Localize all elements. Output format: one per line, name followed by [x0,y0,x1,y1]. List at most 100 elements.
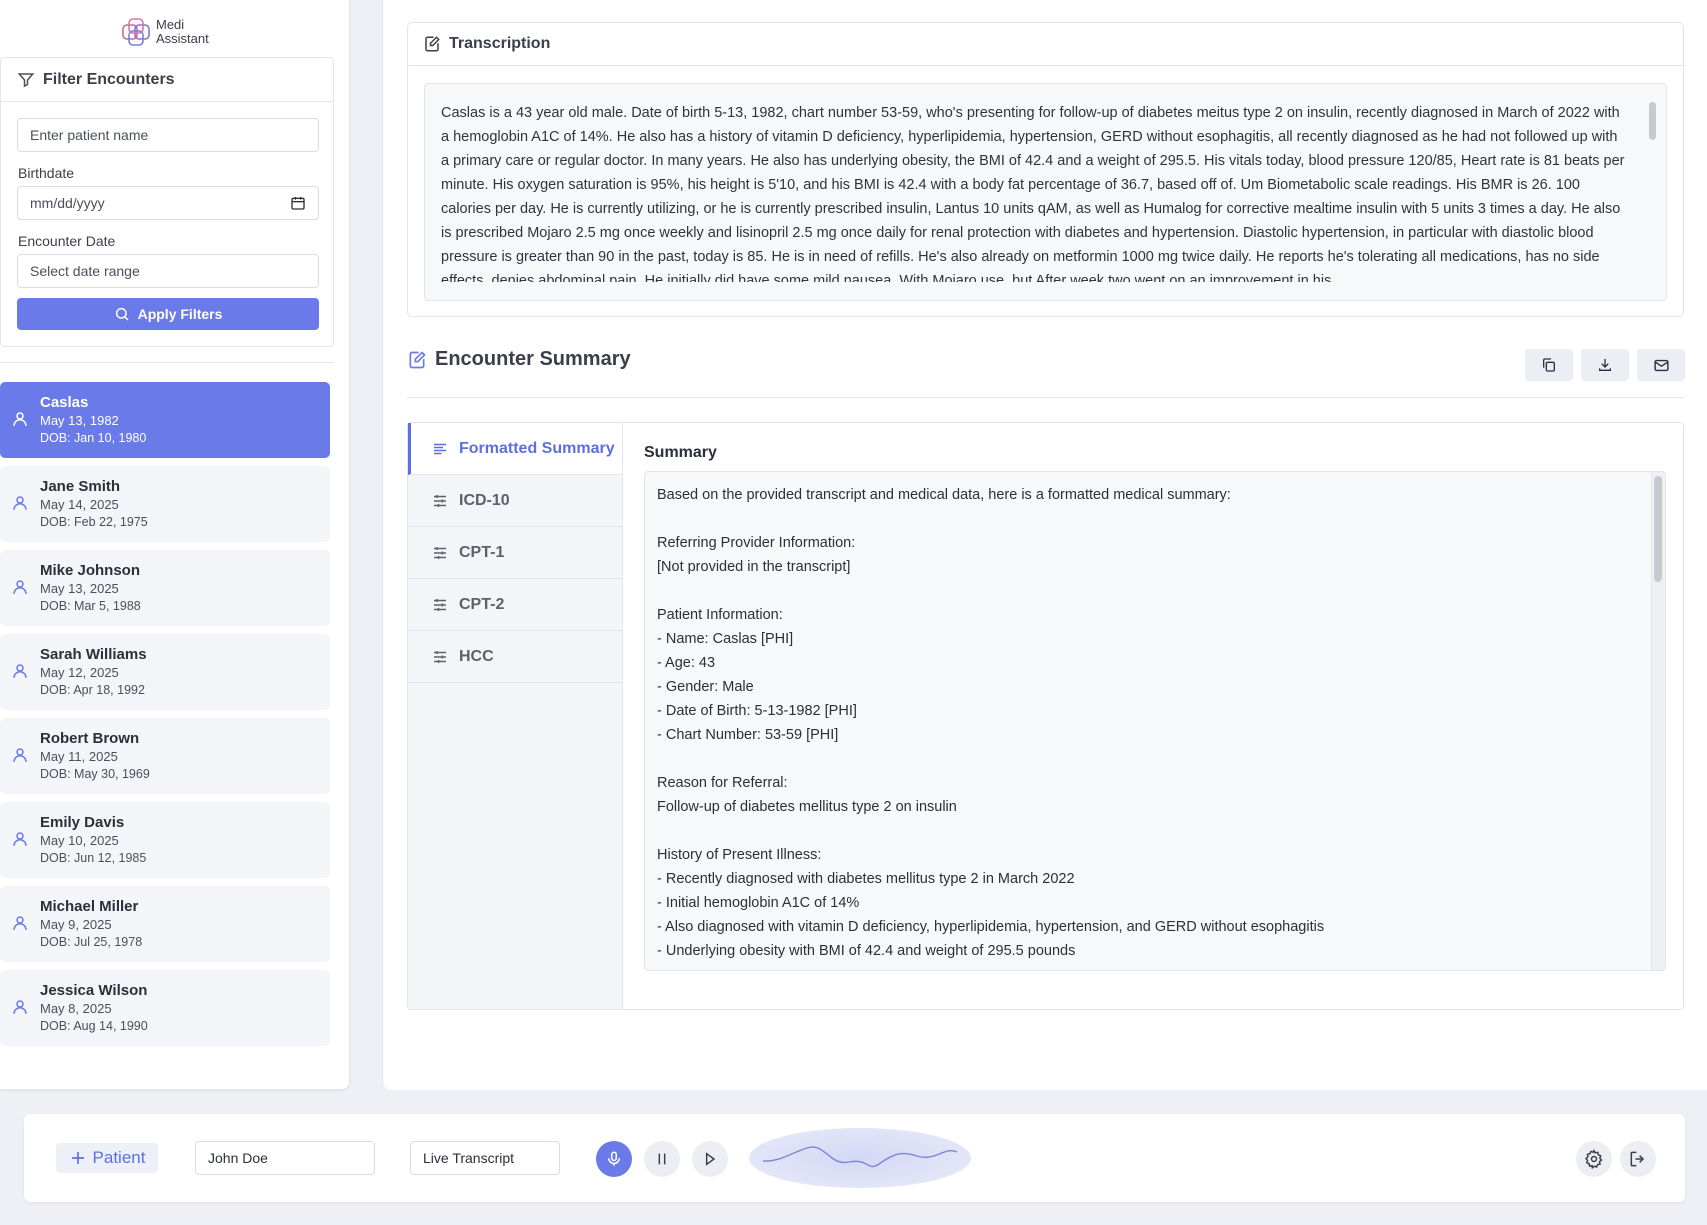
tab-hcc[interactable]: HCC [408,631,622,683]
plus-icon [71,1152,84,1164]
birthdate-placeholder: mm/dd/yyyy [30,195,105,211]
copy-button[interactable] [1525,349,1573,381]
summary-line: Follow-up of diabetes mellitus type 2 on… [657,799,957,815]
main-panel: Transcription Caslas is a 43 year old ma… [382,0,1707,1090]
summary-line: - Date of Birth: 5-13-1982 [PHI] [657,703,857,719]
patient-dob: DOB: Mar 5, 1988 [40,599,141,613]
download-button[interactable] [1581,349,1629,381]
patient-list-item[interactable]: Caslas May 13, 1982 DOB: Jan 10, 1980 [0,382,330,458]
encounter-date: May 14, 2025 [40,497,119,512]
summary-line: Based on the provided transcript and med… [657,487,1231,503]
logo-text-line1: Medi [156,17,185,32]
patient-list: Caslas May 13, 1982 DOB: Jan 10, 1980 Ja… [0,382,330,1054]
patient-name-field[interactable]: John Doe [195,1141,375,1175]
summary-line: - Underlying obesity with BMI of 42.4 an… [657,943,1076,959]
patient-name-input[interactable]: Enter patient name [17,118,319,152]
person-icon [13,664,27,678]
patient-name-value: John Doe [208,1150,268,1166]
sliders-icon [434,494,446,507]
patient-list-item[interactable]: Jane Smith May 14, 2025 DOB: Feb 22, 197… [0,466,330,542]
patient-dob: DOB: Apr 18, 1992 [40,683,145,697]
person-icon-wrap [11,830,29,853]
summary-line: Reason for Referral: [657,775,788,791]
encounter-date-label: Encounter Date [18,233,116,249]
apply-filters-button[interactable]: Apply Filters [17,298,319,330]
encounter-date: May 11, 2025 [40,749,118,764]
copy-icon [1543,358,1555,372]
transcription-text: Caslas is a 43 year old male. Date of bi… [441,105,1625,282]
sliders-icon [434,546,446,559]
birthdate-input[interactable]: mm/dd/yyyy [17,186,319,220]
sliders-icon [434,650,446,663]
person-icon [13,748,27,762]
encounter-date: May 10, 2025 [40,833,119,848]
encounter-date-placeholder: Select date range [30,263,140,279]
encounter-summary-title: Encounter Summary [435,348,631,370]
summary-scrollbar[interactable] [1651,472,1665,970]
encounter-date-input[interactable]: Select date range [17,254,319,288]
encounter-summary-header: Encounter Summary [407,348,631,371]
encounter-date: May 13, 2025 [40,581,119,596]
summary-line: - Gender: Male [657,679,754,695]
summary-line: Patient Information: [657,607,783,623]
patient-name: Robert Brown [40,730,140,747]
edit-document-icon [409,350,426,368]
transcription-title: Transcription [449,35,551,52]
person-icon [13,1000,27,1014]
summary-line: - Chart Number: 53-59 [PHI] [657,727,839,743]
transcription-textarea[interactable]: Caslas is a 43 year old male. Date of bi… [424,83,1667,301]
summary-tabs: Formatted Summary ICD-10 CPT-1 CPT-2 HCC [408,423,623,1009]
logo-icon [122,18,150,46]
person-icon [13,580,27,594]
patient-name: Sarah Williams [40,646,147,663]
transcription-panel: Transcription Caslas is a 43 year old ma… [407,22,1684,317]
sidebar: Medi Assistant Filter Encounters Enter p… [0,0,350,1090]
sliders-icon [434,598,446,611]
tab-label: CPT-2 [459,595,505,613]
pause-button[interactable] [644,1141,680,1177]
patient-list-item[interactable]: Emily Davis May 10, 2025 DOB: Jun 12, 19… [0,802,330,878]
summary-scroll-thumb[interactable] [1654,476,1662,582]
filter-title: Filter Encounters [43,70,175,88]
logout-button[interactable] [1620,1141,1656,1177]
tab-cpt-2[interactable]: CPT-2 [408,579,622,631]
person-icon [13,496,27,510]
tab-label: ICD-10 [459,491,510,509]
summary-text: Based on the provided transcript and med… [645,472,1665,963]
patient-list-item[interactable]: Sarah Williams May 12, 2025 DOB: Apr 18,… [0,634,330,710]
settings-button[interactable] [1576,1141,1612,1177]
tab-icd-10[interactable]: ICD-10 [408,475,622,527]
person-icon-wrap [11,662,29,685]
patient-list-item[interactable]: Michael Miller May 9, 2025 DOB: Jul 25, … [0,886,330,962]
person-icon-wrap [11,746,29,769]
tab-formatted-summary[interactable]: Formatted Summary [408,423,622,475]
summary-line: - Initial hemoglobin A1C of 14% [657,895,860,911]
transcription-scrollbar[interactable] [1649,102,1656,140]
tab-cpt-1[interactable]: CPT-1 [408,527,622,579]
patient-list-item[interactable]: Robert Brown May 11, 2025 DOB: May 30, 1… [0,718,330,794]
summary-line: [Not provided in the transcript] [657,559,851,575]
play-button[interactable] [692,1141,728,1177]
calendar-icon[interactable] [290,195,306,211]
email-button[interactable] [1637,349,1685,381]
transcript-mode-select[interactable]: Live Transcript [410,1141,560,1175]
summary-textarea[interactable]: Based on the provided transcript and med… [644,471,1666,971]
edit-note-icon [425,36,440,52]
patient-list-item[interactable]: Jessica Wilson May 8, 2025 DOB: Aug 14, … [0,970,330,1046]
summary-line [657,579,1625,603]
patient-list-item[interactable]: Mike Johnson May 13, 2025 DOB: Mar 5, 19… [0,550,330,626]
recording-toolbar: Patient John Doe Live Transcript [24,1114,1685,1202]
filter-icon [17,72,35,87]
summary-panel: Formatted Summary ICD-10 CPT-1 CPT-2 HCC Sum… [407,422,1684,1010]
encounter-date: May 12, 2025 [40,665,119,680]
transcript-mode-value: Live Transcript [423,1150,515,1166]
patient-name: Mike Johnson [40,562,141,579]
divider [407,397,1684,398]
patient-name: Jane Smith [40,478,121,495]
encounter-date: May 8, 2025 [40,1001,112,1016]
add-patient-button[interactable]: Patient [56,1143,158,1173]
summary-line [657,747,1625,771]
person-icon [13,412,27,426]
record-button[interactable] [596,1141,632,1177]
patient-dob: DOB: May 30, 1969 [40,767,150,781]
